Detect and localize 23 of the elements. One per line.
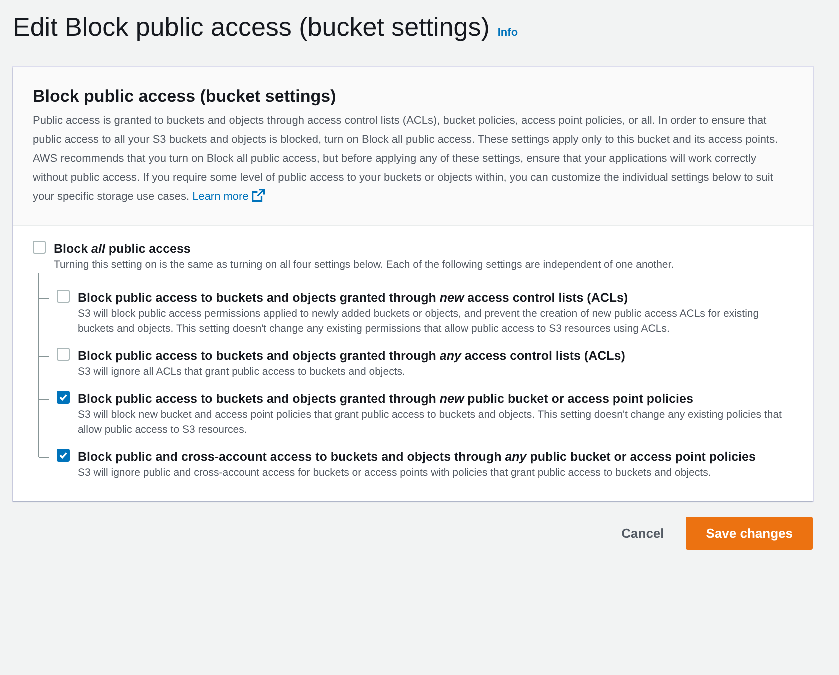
cancel-button[interactable]: Cancel <box>616 522 670 544</box>
setting-description: S3 will ignore all ACLs that grant public access to buckets and objects. <box>78 364 406 380</box>
checkbox[interactable] <box>33 240 46 254</box>
setting-description: Turning this setting on is the same as turning on all four settings below. Each of the following settings are independent of one another. <box>54 258 674 273</box>
panel-description: Public access is granted to buckets and objects through access control lists (ACLs), bucket policies, access point policies, or all. In order to ensure that public access to all your S3 buckets and objects is blocked, turn on Block all public access. These settings apply only to this bucket and its access points. AWS recommends that you turn on Block all public access, but before applying any of these settings, ensure that your applications will work correctly without public access. If you require some level of public access to your buckets or objects within, you can customize the individual settings below to suit your specific storage use cases. Learn more <box>33 114 780 205</box>
setting-label: Block public access to buckets and objects granted through new access control lists (ACLs) <box>78 290 630 307</box>
setting-description: S3 will block new bucket and access point policies that grant public access to buckets and objects. This setting doesn't change any existing policies that allow public access to S3 resources. <box>78 408 783 438</box>
panel-title: Block public access (bucket settings) <box>33 87 338 108</box>
save-changes-button[interactable]: Save changes <box>686 516 813 550</box>
setting-label: Block public access to buckets and objects granted through any access control lists (ACLs) <box>78 348 626 365</box>
learn-more-link[interactable]: Learn more <box>192 190 265 203</box>
setting-description: S3 will ignore public and cross-account access for buckets or access points with policies that grant public access to buckets and objects. <box>78 466 712 481</box>
checkbox[interactable] <box>57 348 70 361</box>
external-link-icon <box>252 188 265 202</box>
setting-label: Block public access to buckets and objects granted through new public bucket or access point policies <box>78 390 694 408</box>
page-title: Edit Block public access (bucket settings) <box>13 12 490 44</box>
checkbox[interactable] <box>57 448 70 462</box>
checkbox[interactable] <box>57 390 70 404</box>
setting-label: Block public and cross-account access to buckets and objects through any public bucket or access point policies <box>78 448 756 466</box>
setting-label: Block all public access <box>54 240 192 258</box>
setting-description: S3 will block public access permissions applied to newly added buckets or objects, and prevent the creation of new public access ACLs for existing buckets and objects. This setting doesn't change any existing permissions that allow public access to S3 resources using ACLs. <box>78 306 760 337</box>
info-link[interactable]: Info <box>498 25 518 42</box>
checkbox[interactable] <box>57 290 70 303</box>
